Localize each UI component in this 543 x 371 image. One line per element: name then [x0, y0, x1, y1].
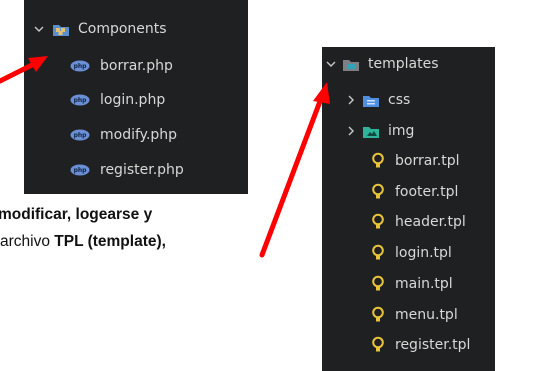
annotation-arrows [0, 56, 330, 258]
red-arrow-to-templates [259, 82, 330, 258]
red-arrow-to-components [0, 56, 48, 84]
